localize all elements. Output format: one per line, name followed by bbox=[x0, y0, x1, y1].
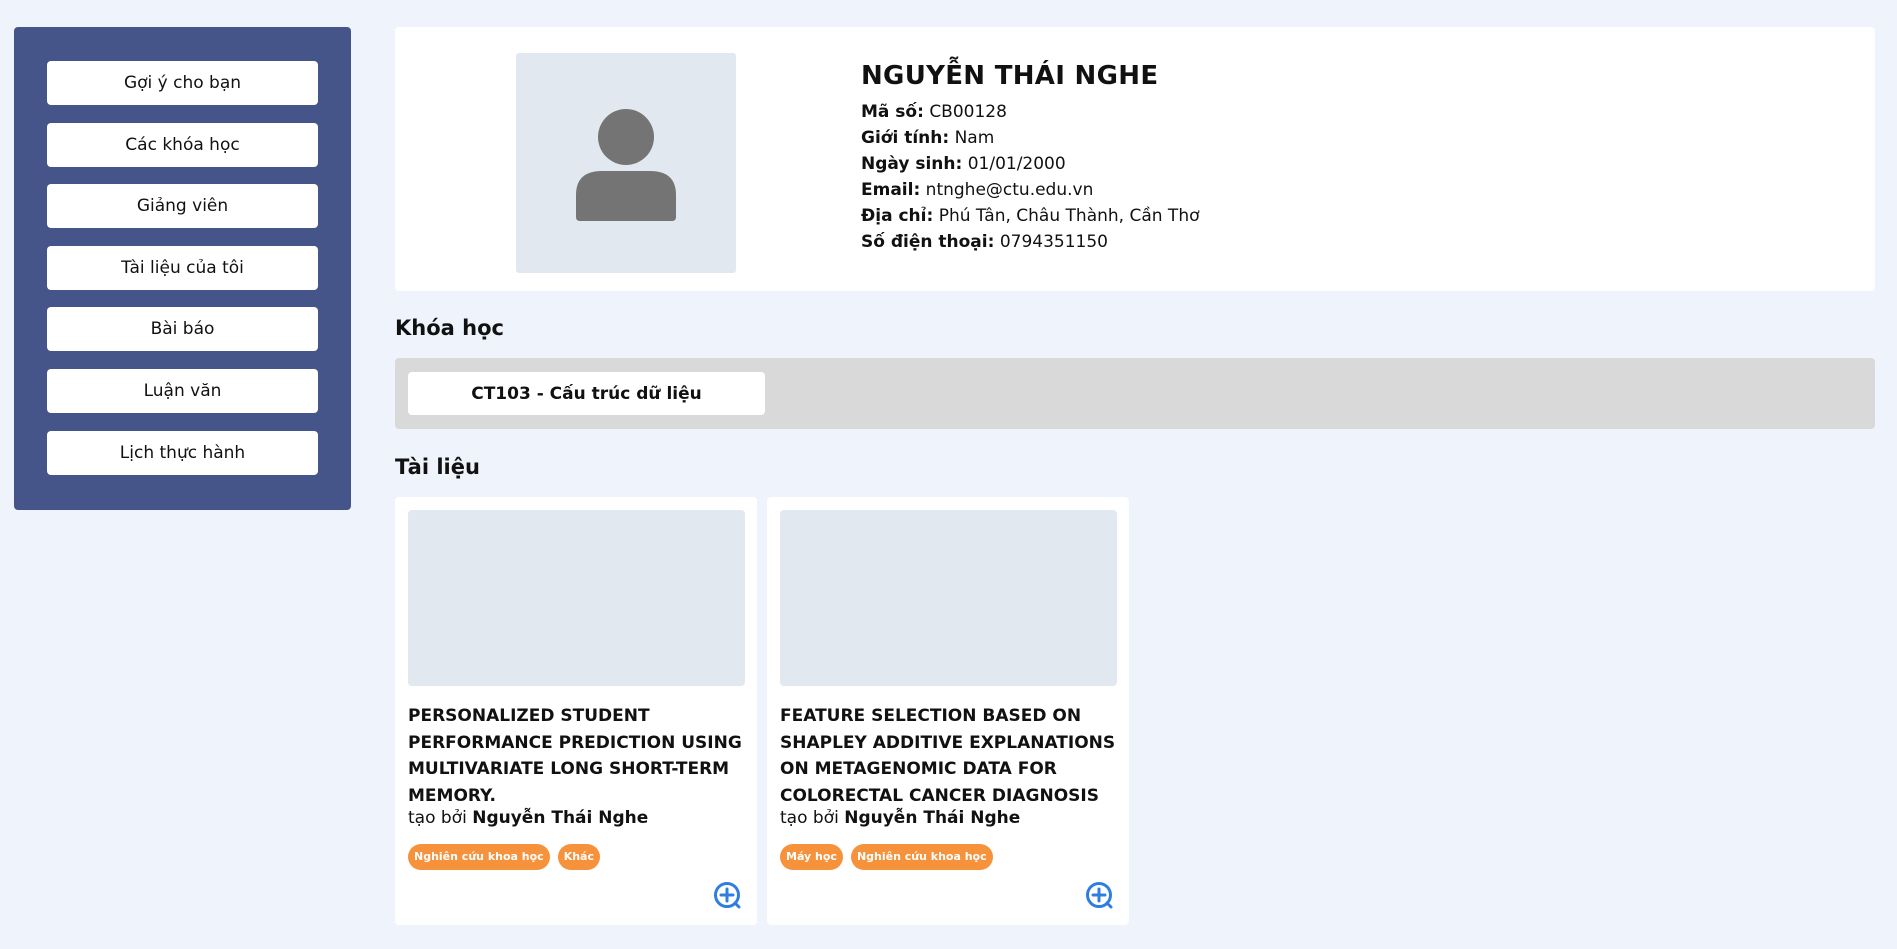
sidebar: Gợi ý cho bạn Các khóa học Giảng viên Tà… bbox=[14, 27, 351, 510]
document-card[interactable]: PERSONALIZED STUDENT PERFORMANCE PREDICT… bbox=[395, 497, 757, 925]
info-email-value: ntnghe@ctu.edu.vn bbox=[925, 180, 1094, 200]
info-id-value: CB00128 bbox=[929, 102, 1007, 122]
author-prefix: tạo bởi bbox=[408, 808, 467, 828]
info-phone-value: 0794351150 bbox=[999, 232, 1108, 252]
info-phone-label: Số điện thoại: bbox=[861, 232, 995, 252]
info-phone: Số điện thoại: 0794351150 bbox=[861, 229, 1200, 255]
author-prefix: tạo bởi bbox=[780, 808, 839, 828]
plus-circle-icon[interactable] bbox=[1085, 881, 1113, 909]
info-birthday: Ngày sinh: 01/01/2000 bbox=[861, 151, 1200, 177]
info-id-label: Mã số: bbox=[861, 102, 924, 122]
sidebar-item-suggestions[interactable]: Gợi ý cho bạn bbox=[47, 61, 318, 105]
info-gender-value: Nam bbox=[954, 128, 995, 148]
author-name: Nguyễn Thái Nghe bbox=[844, 808, 1021, 828]
info-id: Mã số: CB00128 bbox=[861, 99, 1200, 125]
tag-badge[interactable]: Khác bbox=[557, 844, 600, 870]
plus-circle-icon[interactable] bbox=[713, 881, 741, 909]
info-email-label: Email: bbox=[861, 180, 921, 200]
document-author: tạo bởi Nguyễn Thái Nghe bbox=[780, 808, 1020, 828]
sidebar-item-lecturers[interactable]: Giảng viên bbox=[47, 184, 318, 228]
info-gender: Giới tính: Nam bbox=[861, 125, 1200, 151]
info-email: Email: ntnghe@ctu.edu.vn bbox=[861, 177, 1200, 203]
avatar bbox=[516, 53, 736, 273]
document-title[interactable]: FEATURE SELECTION BASED ON SHAPLEY ADDIT… bbox=[780, 703, 1120, 809]
course-chip[interactable]: CT103 - Cấu trúc dữ liệu bbox=[408, 372, 765, 415]
info-birthday-value: 01/01/2000 bbox=[967, 154, 1066, 174]
sidebar-item-articles[interactable]: Bài báo bbox=[47, 307, 318, 351]
tag-badge[interactable]: Máy học bbox=[780, 844, 843, 870]
document-thumbnail bbox=[780, 510, 1117, 686]
user-silhouette-icon bbox=[576, 109, 676, 221]
sidebar-item-courses[interactable]: Các khóa học bbox=[47, 123, 318, 167]
document-tags: Máy học Nghiên cứu khoa học bbox=[780, 844, 993, 870]
info-address: Địa chỉ: Phú Tân, Châu Thành, Cần Thơ bbox=[861, 203, 1200, 229]
document-tags: Nghiên cứu khoa học Khác bbox=[408, 844, 600, 870]
courses-section-title: Khóa học bbox=[395, 316, 504, 340]
profile-info: NGUYỄN THÁI NGHE Mã số: CB00128 Giới tín… bbox=[861, 61, 1200, 255]
info-gender-label: Giới tính: bbox=[861, 128, 950, 148]
course-list: CT103 - Cấu trúc dữ liệu bbox=[395, 358, 1875, 429]
tag-badge[interactable]: Nghiên cứu khoa học bbox=[850, 844, 993, 870]
author-name: Nguyễn Thái Nghe bbox=[472, 808, 649, 828]
document-thumbnail bbox=[408, 510, 745, 686]
sidebar-item-my-documents[interactable]: Tài liệu của tôi bbox=[47, 246, 318, 290]
sidebar-item-lab-schedule[interactable]: Lịch thực hành bbox=[47, 431, 318, 475]
info-address-label: Địa chỉ: bbox=[861, 206, 934, 226]
documents-section-title: Tài liệu bbox=[395, 455, 480, 479]
profile-card: NGUYỄN THÁI NGHE Mã số: CB00128 Giới tín… bbox=[395, 27, 1875, 291]
document-card[interactable]: FEATURE SELECTION BASED ON SHAPLEY ADDIT… bbox=[767, 497, 1129, 925]
sidebar-item-theses[interactable]: Luận văn bbox=[47, 369, 318, 413]
tag-badge[interactable]: Nghiên cứu khoa học bbox=[408, 844, 550, 870]
document-author: tạo bởi Nguyễn Thái Nghe bbox=[408, 808, 648, 828]
profile-name: NGUYỄN THÁI NGHE bbox=[861, 61, 1159, 91]
info-birthday-label: Ngày sinh: bbox=[861, 154, 963, 174]
document-title[interactable]: PERSONALIZED STUDENT PERFORMANCE PREDICT… bbox=[408, 703, 748, 809]
info-address-value: Phú Tân, Châu Thành, Cần Thơ bbox=[938, 206, 1200, 226]
